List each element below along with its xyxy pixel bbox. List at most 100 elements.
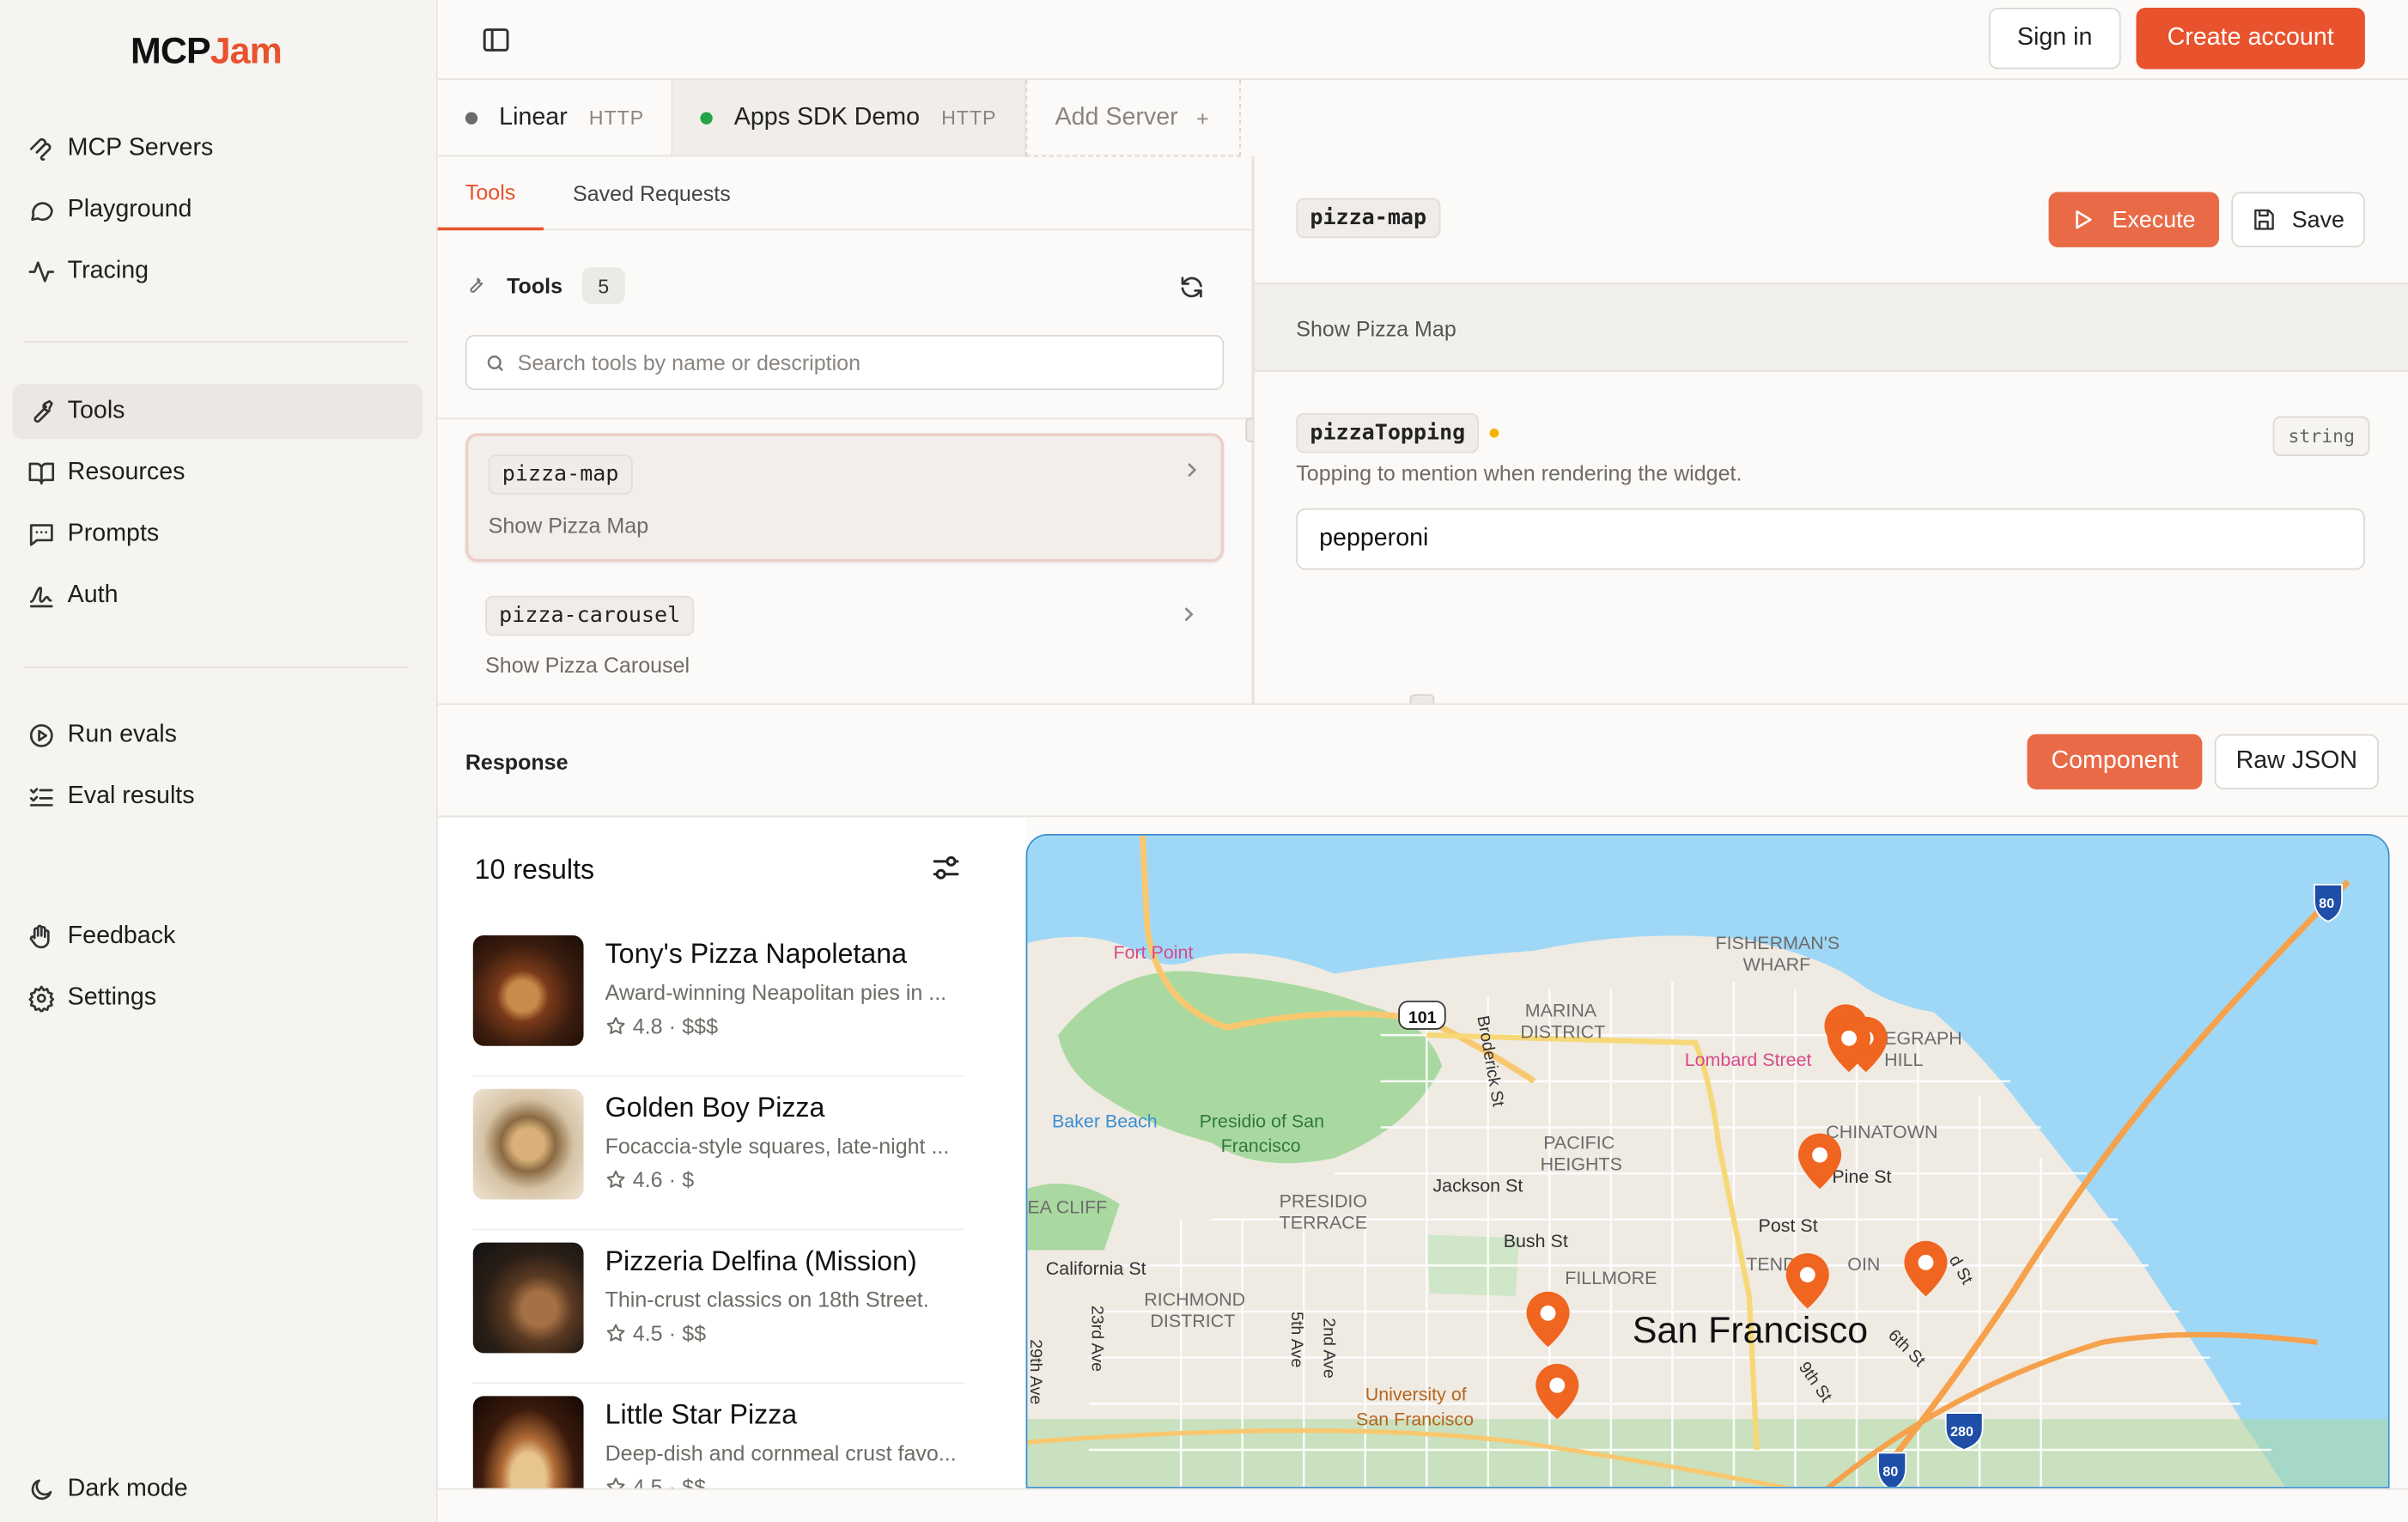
sidebar-item-label: Settings [67, 984, 157, 1011]
item-rating: 4.8 [632, 1014, 663, 1038]
pizza-thumbnail [472, 1088, 584, 1200]
sidebar-item-label: Run evals [67, 721, 177, 748]
sign-in-button[interactable]: Sign in [1988, 7, 2121, 70]
label-marina: MARINA [1525, 1001, 1597, 1021]
list-checks-icon [27, 783, 55, 811]
sidebar-item-playground[interactable]: Playground [12, 183, 422, 238]
pizza-thumbnail [472, 1242, 584, 1354]
item-meta: 4.5 · $$ [605, 1474, 707, 1489]
filter-button[interactable] [931, 852, 962, 883]
sidebar-item-tools[interactable]: Tools [12, 384, 423, 440]
tab-tools[interactable]: Tools [437, 156, 544, 231]
tab-saved-requests[interactable]: Saved Requests [573, 156, 731, 230]
sidebar-item-label: Prompts [67, 521, 160, 547]
save-icon [2252, 207, 2277, 232]
sidebar-item-auth[interactable]: Auth [12, 569, 422, 624]
create-account-button[interactable]: Create account [2136, 7, 2365, 70]
dark-mode-toggle[interactable]: Dark mode [12, 1462, 422, 1517]
add-server-button[interactable]: Add Server + [1025, 79, 1241, 157]
pizza-thumbnail [472, 935, 584, 1046]
server-tabs: Linear HTTP Apps SDK Demo HTTP Add Serve… [437, 79, 2408, 157]
meta-separator: · [668, 1320, 677, 1346]
tool-title-bar: Show Pizza Map [1255, 283, 2408, 372]
label-23rd-ave: 23rd Ave [1087, 1306, 1106, 1372]
item-price: $$ [682, 1474, 707, 1489]
label-chinatown: CHINATOWN [1826, 1122, 1937, 1142]
interstate-80-shield-icon: 80 [1877, 1452, 1907, 1487]
item-description: Deep-dish and cornmeal crust favo... [605, 1440, 957, 1465]
list-item[interactable]: Golden Boy Pizza Focaccia-style squares,… [472, 1076, 965, 1231]
tool-name: pizza-map [488, 454, 633, 495]
sidebar-item-tracing[interactable]: Tracing [12, 244, 422, 299]
sidebar-item-prompts[interactable]: Prompts [12, 507, 422, 562]
label-fort-point: Fort Point [1113, 942, 1193, 963]
label-pacific: PACIFIC [1543, 1132, 1614, 1153]
logo-text-jam: Jam [210, 30, 283, 73]
play-icon [2072, 209, 2094, 230]
signature-icon [27, 582, 55, 610]
tool-title: Show Pizza Map [1296, 316, 1456, 341]
label-lombard-street: Lombard Street [1685, 1050, 1812, 1070]
save-button[interactable]: Save [2231, 192, 2365, 247]
tool-description: Show Pizza Carousel [485, 652, 690, 678]
label-jackson-st: Jackson St [1432, 1176, 1523, 1196]
item-name: Little Star Pizza [605, 1398, 798, 1430]
item-meta: 4.8 · $$$ [605, 1014, 718, 1038]
tool-card-pizza-carousel[interactable]: pizza-carousel Show Pizza Carousel [465, 579, 1224, 702]
search-input[interactable]: Search tools by name or description [465, 334, 1225, 391]
label-2nd-ave: 2nd Ave [1319, 1318, 1338, 1379]
status-dot [700, 111, 713, 124]
wrench-icon [27, 398, 55, 425]
tools-wrench-icon [465, 273, 487, 295]
sidebar-item-label: MCP Servers [67, 135, 214, 161]
save-label: Save [2291, 206, 2344, 233]
param-value-input[interactable]: pepperoni [1296, 508, 2365, 570]
dark-mode-label: Dark mode [67, 1476, 188, 1502]
label-29th-ave: 29th Ave [1027, 1339, 1045, 1404]
label-marina-district: DISTRICT [1520, 1022, 1605, 1043]
param-description: Topping to mention when rendering the wi… [1296, 460, 1742, 486]
highway-101-shield-icon: 101 [1398, 1000, 1446, 1030]
sidebar-item-label: Tracing [67, 258, 149, 284]
panel-divider [1253, 156, 1256, 703]
label-presidio-francisco: Francisco [1221, 1135, 1301, 1156]
message-square-icon [27, 521, 55, 548]
sidebar-toggle-button[interactable] [481, 25, 512, 56]
status-dot [465, 111, 478, 124]
sidebar-item-resources[interactable]: Resources [12, 446, 422, 501]
label-fillmore: FILLMORE [1565, 1268, 1657, 1288]
tool-card-pizza-map[interactable]: pizza-map Show Pizza Map [465, 433, 1225, 563]
raw-json-button[interactable]: Raw JSON [2214, 734, 2380, 790]
refresh-button[interactable] [1178, 273, 1206, 301]
add-server-label: Add Server [1055, 103, 1178, 131]
label-richmond: RICHMOND [1144, 1289, 1245, 1310]
label-university: University of [1365, 1385, 1467, 1405]
list-item[interactable]: Pizzeria Delfina (Mission) Thin-crust cl… [472, 1230, 965, 1385]
sidebar-item-label: Playground [67, 196, 192, 223]
sidebar-divider [24, 340, 409, 343]
list-item[interactable]: Little Star Pizza Deep-dish and cornmeal… [472, 1384, 964, 1489]
sidebar-item-feedback[interactable]: Feedback [12, 910, 422, 965]
top-bar: Sign in Create account [437, 0, 2408, 80]
shield-80-label: 80 [2319, 896, 2334, 911]
server-tab-linear[interactable]: Linear HTTP [437, 79, 673, 157]
chat-bubble-icon [27, 197, 55, 224]
chevron-right-icon [1181, 606, 1196, 624]
book-open-icon [27, 460, 55, 487]
sidebar-item-eval-results[interactable]: Eval results [12, 770, 422, 825]
map-view[interactable]: Fort Point FISHERMAN'S WHARF MARINA DIST… [1025, 833, 2390, 1489]
sidebar-item-mcp-servers[interactable]: MCP Servers [12, 121, 422, 176]
required-indicator [1489, 428, 1499, 438]
sidebar-item-run-evals[interactable]: Run evals [12, 708, 422, 763]
divider [437, 228, 1254, 231]
item-description: Award-winning Neapolitan pies in ... [605, 979, 947, 1005]
tool-form-panel: pizza-map Execute Save Show Pizza Map pi… [1255, 156, 2408, 703]
execute-button[interactable]: Execute [2048, 192, 2220, 247]
list-item[interactable]: Tony's Pizza Napoletana Award-winning Ne… [472, 923, 965, 1077]
component-view-button[interactable]: Component [2027, 734, 2203, 790]
sidebar-item-settings[interactable]: Settings [12, 971, 422, 1026]
server-tab-apps-sdk-demo[interactable]: Apps SDK Demo HTTP [672, 79, 1026, 157]
selected-tool-name: pizza-map [1296, 198, 1441, 239]
star-icon [605, 1169, 627, 1190]
tools-count-badge: 5 [581, 267, 625, 305]
